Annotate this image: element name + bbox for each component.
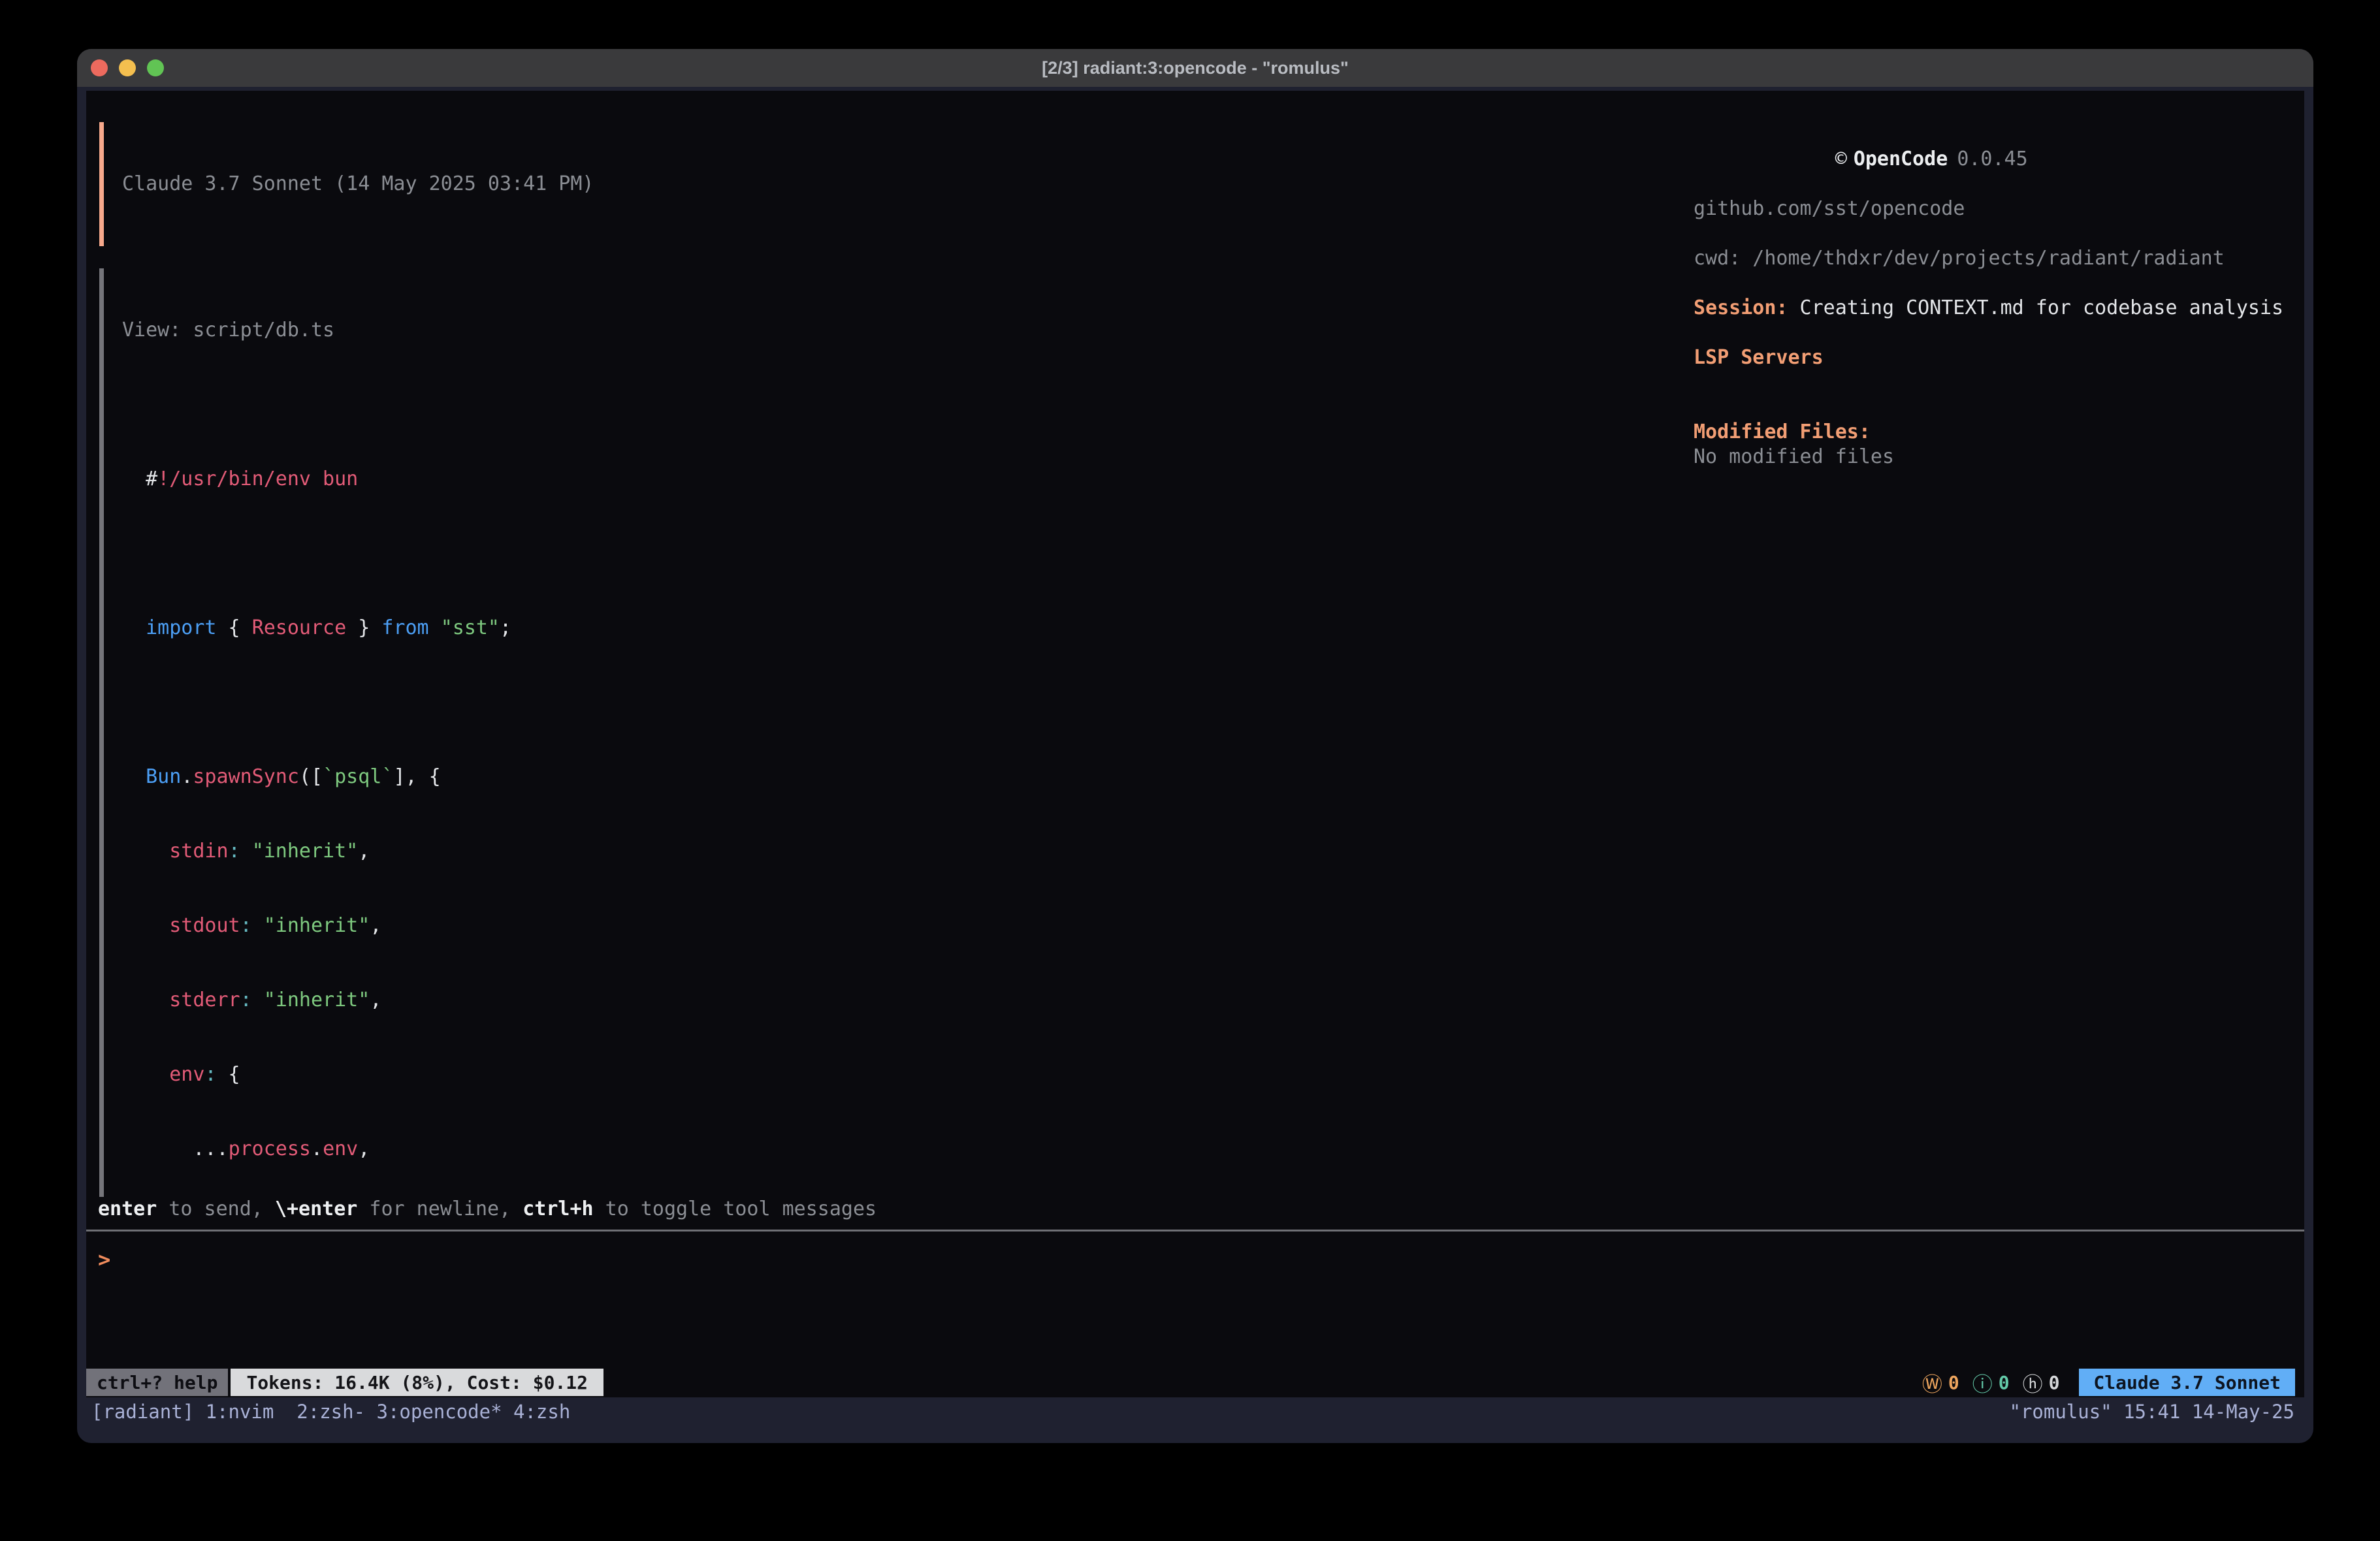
composer-hint: enter to send, \+enter for newline, ctrl… [86,1197,2304,1230]
chat-area: Claude 3.7 Sonnet (14 May 2025 03:41 PM)… [86,91,2304,1197]
repo-link: github.com/sst/opencode [1694,197,2292,221]
hint-icon: ⓗ [2023,1368,2043,1397]
hint-count: 0 [2049,1372,2060,1393]
app-logo: © OpenCode 0.0.45 [1694,122,2292,197]
session-line: Session: Creating CONTEXT.md for codebas… [1694,296,2292,321]
composer-input[interactable]: > [86,1231,2304,1367]
code-line [122,392,1694,417]
tokens-cost-badge: Tokens: 16.4K (8%), Cost: $0.12 [231,1369,603,1396]
session-label: Session: [1694,296,1788,319]
cwd-line: cwd: /home/thdxr/dev/projects/radiant/ra… [1694,246,2292,271]
info-icon: ⓘ [1972,1368,1993,1397]
info-count: 0 [1999,1372,2010,1393]
model-stamp: Claude 3.7 Sonnet (14 May 2025 03:41 PM) [122,172,1694,197]
view-tool-block: View: script/db.ts #!/usr/bin/env bun im… [99,268,1694,1197]
code-line: stdout: "inherit", [122,913,1694,938]
opencode-logo-icon: © [1835,148,1847,170]
window-title: [2/3] radiant:3:opencode - "romulus" [77,58,2313,78]
prompt-caret: > [98,1247,110,1272]
warning-icon: Ⓦ [1922,1368,1942,1397]
message-stamp-block: Claude 3.7 Sonnet (14 May 2025 03:41 PM) [99,122,1694,246]
code-line: env: { [122,1062,1694,1087]
status-left: ctrl+? help Tokens: 16.4K (8%), Cost: $0… [86,1369,603,1396]
tmux-status-bar: [radiant] 1:nvim 2:zsh- 3:opencode* 4:zs… [86,1397,2304,1426]
terminal-window: [2/3] radiant:3:opencode - "romulus" Cla… [77,49,2313,1443]
session-title: Creating CONTEXT.md for codebase analysi… [1788,296,2284,319]
titlebar[interactable]: [2/3] radiant:3:opencode - "romulus" [77,49,2313,87]
modified-files-heading: Modified Files: [1694,420,2292,445]
status-right: Ⓦ0 ⓘ0 ⓗ0 Claude 3.7 Sonnet [1922,1368,2295,1397]
info-counter: ⓘ0 [1972,1368,2010,1397]
code-line: #!/usr/bin/env bun [122,467,1694,492]
status-bar: ctrl+? help Tokens: 16.4K (8%), Cost: $0… [86,1367,2304,1397]
app-version: 0.0.45 [1957,148,2027,170]
chat-transcript: Claude 3.7 Sonnet (14 May 2025 03:41 PM)… [99,122,1694,1197]
code-line [122,541,1694,566]
code-line: stdin: "inherit", [122,839,1694,864]
sidebar: ©OpenCode0.0.45 github.com/sst/opencode … [1694,122,2304,1197]
opencode-app: Claude 3.7 Sonnet (14 May 2025 03:41 PM)… [86,91,2304,1397]
warning-counter: Ⓦ0 [1922,1368,1959,1397]
code-line [122,690,1694,715]
code-line: stderr: "inherit", [122,988,1694,1013]
code-line: Bun.spawnSync([`psql`], { [122,765,1694,789]
code-line: import { Resource } from "sst"; [122,616,1694,641]
tmux-session-clock: "romulus" 15:41 14-May-25 [2010,1401,2295,1423]
warning-count: 0 [1948,1372,1959,1393]
tool-title: View: script/db.ts [122,318,1694,343]
modified-files-empty: No modified files [1694,445,2292,469]
tmux-window-list[interactable]: [radiant] 1:nvim 2:zsh- 3:opencode* 4:zs… [91,1401,570,1423]
help-shortcut-badge: ctrl+? help [86,1369,228,1396]
code-line: ...process.env, [122,1137,1694,1162]
hint-counter: ⓗ0 [2023,1368,2060,1397]
lsp-servers-heading: LSP Servers [1694,345,2292,370]
model-badge[interactable]: Claude 3.7 Sonnet [2079,1369,2295,1396]
app-name: OpenCode [1854,148,1948,170]
terminal-body: Claude 3.7 Sonnet (14 May 2025 03:41 PM)… [77,87,2313,1443]
